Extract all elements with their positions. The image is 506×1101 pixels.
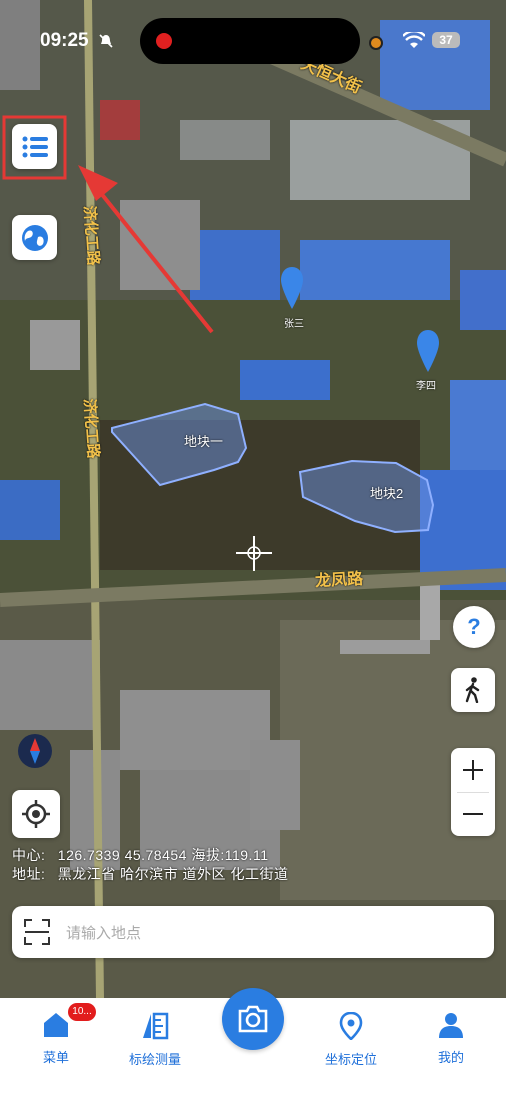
map-view[interactable]: 天恒大街 济化工路 济化工路 龙凤路 张三 李四 地块一 地块2 中心: 126… — [0, 0, 506, 1000]
plus-icon — [463, 760, 483, 780]
walk-mode-button[interactable] — [451, 668, 495, 712]
layer-list-button[interactable] — [12, 124, 57, 169]
tab-measure-label: 标绘测量 — [128, 1052, 181, 1067]
scan-icon[interactable] — [24, 919, 50, 945]
address-label: 地址: — [12, 866, 46, 882]
locate-me-button[interactable] — [12, 790, 60, 838]
ruler-icon — [143, 1012, 169, 1040]
globe-icon — [21, 224, 48, 251]
camera-indicator-icon — [369, 36, 383, 50]
walking-person-icon — [465, 677, 480, 703]
map-marker-lisi[interactable] — [417, 330, 439, 377]
search-bar — [12, 906, 494, 958]
compass-button[interactable] — [18, 734, 52, 768]
help-button[interactable]: ? — [453, 606, 495, 648]
road-label-jihuagong-upper: 济化工路 — [80, 205, 102, 267]
tab-measure[interactable]: 标绘测量 — [110, 1012, 200, 1068]
parcel-label-1[interactable]: 地块一 — [184, 431, 223, 450]
parcel-label-2[interactable]: 地块2 — [370, 483, 403, 502]
zoom-in-button[interactable] — [451, 748, 495, 792]
dynamic-island — [140, 18, 360, 64]
menu-badge: 10... — [68, 1003, 96, 1021]
map-type-button[interactable] — [12, 215, 57, 260]
compass-icon — [30, 738, 40, 764]
map-marker-zhangsan[interactable] — [281, 267, 303, 314]
person-icon — [439, 1013, 463, 1038]
search-input[interactable] — [64, 918, 478, 948]
status-time: 09:25 — [40, 30, 89, 51]
tab-coordinate-label: 坐标定位 — [324, 1052, 377, 1067]
home-icon — [44, 1013, 68, 1037]
center-value: 126.7339 45.78454 海拔:119.11 — [57, 847, 269, 863]
location-pin-icon — [417, 330, 439, 372]
tab-profile-label: 我的 — [437, 1050, 464, 1065]
question-icon: ? — [467, 614, 481, 639]
minus-icon — [463, 813, 483, 815]
recording-indicator-icon — [156, 33, 172, 49]
road-label-longfeng: 龙凤路 — [314, 570, 364, 591]
address-value: 黑龙江省 哈尔滨市 道外区 化工街道 — [57, 866, 289, 882]
marker-label-zhangsan: 张三 — [284, 319, 304, 330]
zoom-out-button[interactable] — [451, 792, 495, 836]
tab-profile[interactable]: 我的 — [406, 1012, 496, 1066]
center-coordinates: 中心: 126.7339 45.78454 海拔:119.11 — [12, 845, 268, 865]
battery-level: 37 — [439, 33, 453, 47]
tab-coordinate[interactable]: 坐标定位 — [306, 1011, 396, 1068]
address-line: 地址: 黑龙江省 哈尔滨市 道外区 化工街道 — [12, 864, 288, 884]
camera-icon — [238, 1005, 268, 1033]
wifi-icon — [403, 32, 425, 48]
location-pin-icon — [281, 267, 303, 309]
center-label: 中心: — [12, 847, 46, 863]
zoom-control — [451, 748, 495, 836]
list-icon — [22, 136, 48, 157]
location-pin-icon — [339, 1011, 363, 1041]
mute-icon — [99, 34, 113, 48]
tab-menu-label: 菜单 — [42, 1050, 69, 1065]
status-bar: 09:25 37 — [0, 0, 506, 80]
marker-label-lisi: 李四 — [416, 381, 436, 392]
road-label-jihuagong-lower: 济化工路 — [80, 398, 102, 460]
battery-icon: 37 — [432, 32, 460, 48]
crosshair-locate-icon — [22, 800, 50, 828]
camera-button[interactable] — [222, 988, 284, 1050]
